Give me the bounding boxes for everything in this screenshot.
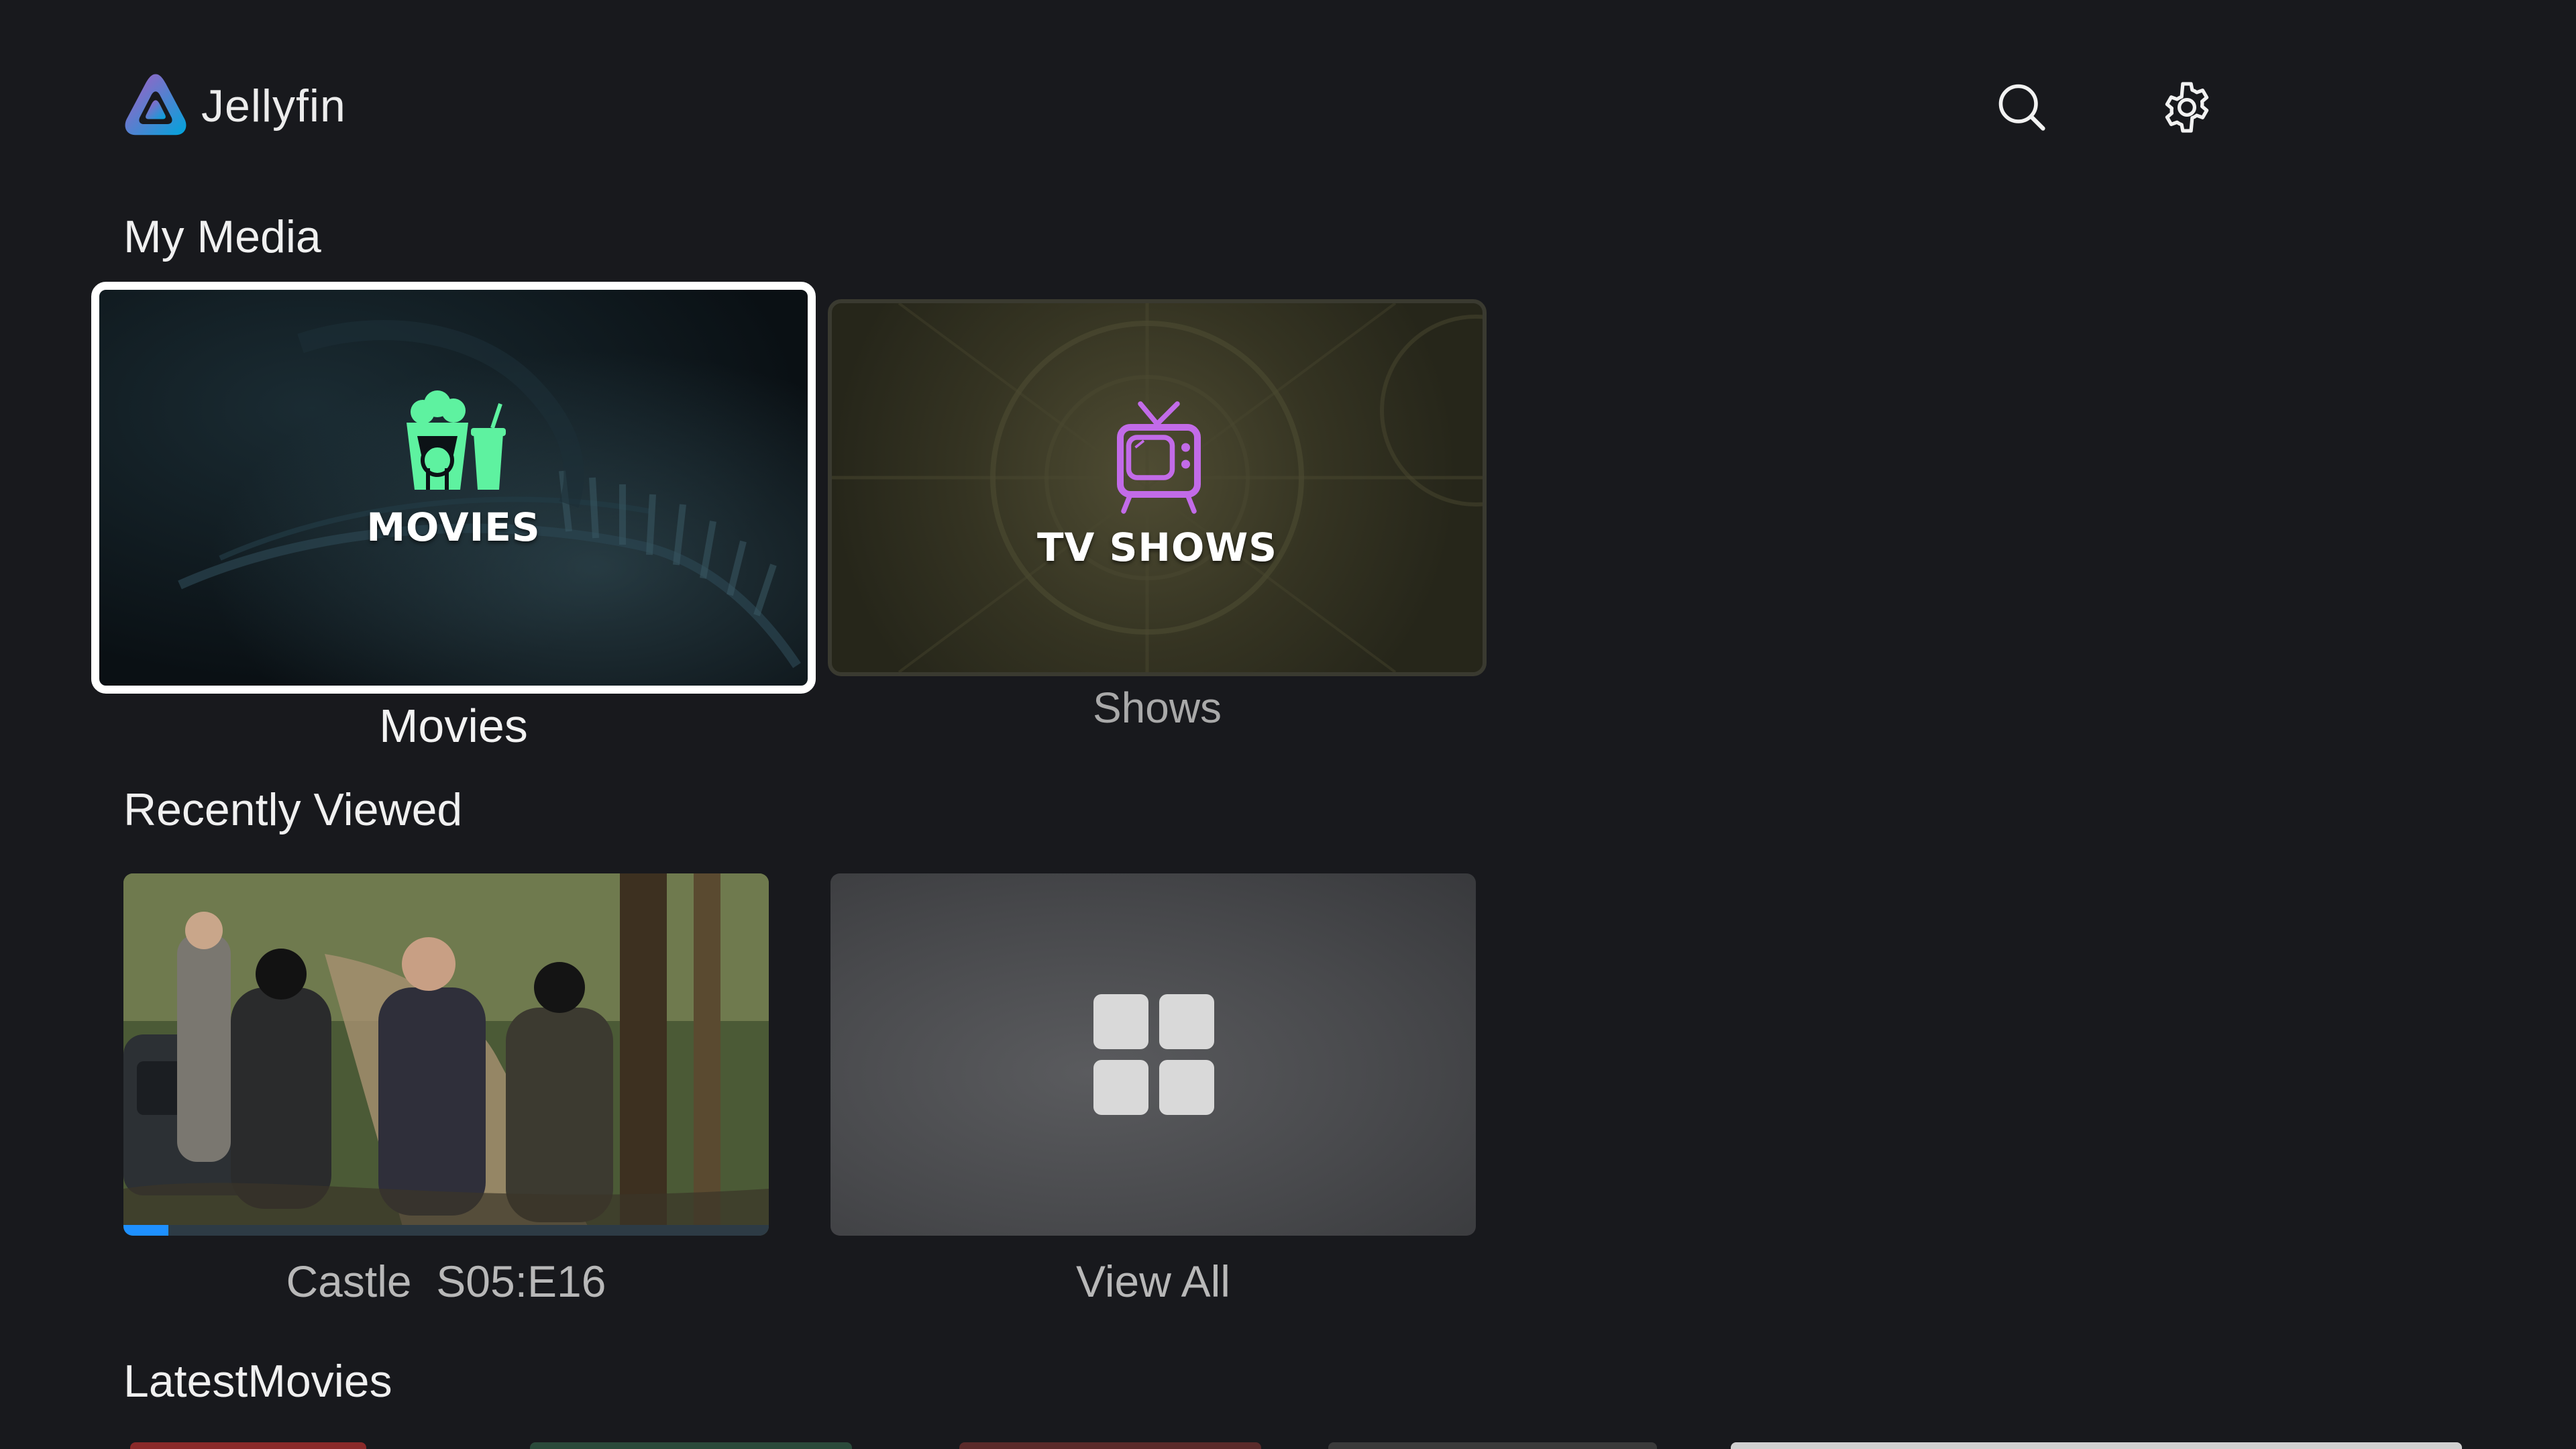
jellyfin-logo: Jellyfin bbox=[119, 70, 346, 142]
latest-movie-poster[interactable] bbox=[1731, 1442, 2462, 1449]
app-name: Jellyfin bbox=[201, 80, 346, 131]
watch-progress-bar bbox=[123, 1225, 769, 1236]
home-screen: Jellyfin My Media MOVIES Movies TV SHOWS… bbox=[0, 0, 2576, 1449]
latest-movies-heading: LatestMovies bbox=[123, 1356, 392, 1407]
jellyfin-logo-icon bbox=[125, 74, 186, 136]
latest-movie-poster[interactable] bbox=[530, 1442, 852, 1449]
view-all-card[interactable] bbox=[830, 873, 1476, 1236]
my-media-heading: My Media bbox=[123, 211, 321, 262]
latest-movie-poster[interactable] bbox=[130, 1442, 366, 1449]
grid-icon bbox=[1093, 994, 1214, 1115]
tv-icon bbox=[1117, 401, 1201, 514]
gear-icon bbox=[2165, 82, 2209, 133]
search-icon bbox=[1998, 84, 2045, 131]
search-button[interactable] bbox=[1994, 79, 2050, 136]
library-card-shows[interactable]: TV SHOWS bbox=[828, 299, 1487, 676]
recently-viewed-episode-card[interactable] bbox=[123, 873, 769, 1236]
movies-overlay-label: MOVIES bbox=[366, 504, 541, 550]
recently-viewed-heading: Recently Viewed bbox=[123, 784, 463, 835]
view-all-caption: View All bbox=[1076, 1256, 1230, 1306]
latest-movie-poster[interactable] bbox=[1328, 1442, 1657, 1449]
shows-overlay-label: TV SHOWS bbox=[1036, 525, 1277, 570]
latest-movie-poster[interactable] bbox=[959, 1442, 1261, 1449]
watch-progress-fill bbox=[123, 1225, 169, 1236]
episode-thumbnail bbox=[123, 873, 769, 1236]
episode-caption: Castle S05:E16 bbox=[286, 1256, 606, 1306]
library-caption-movies: Movies bbox=[379, 700, 528, 752]
library-caption-shows: Shows bbox=[1092, 684, 1222, 732]
settings-button[interactable] bbox=[2159, 79, 2215, 136]
library-card-movies[interactable]: MOVIES bbox=[91, 282, 816, 694]
popcorn-icon bbox=[407, 390, 506, 490]
